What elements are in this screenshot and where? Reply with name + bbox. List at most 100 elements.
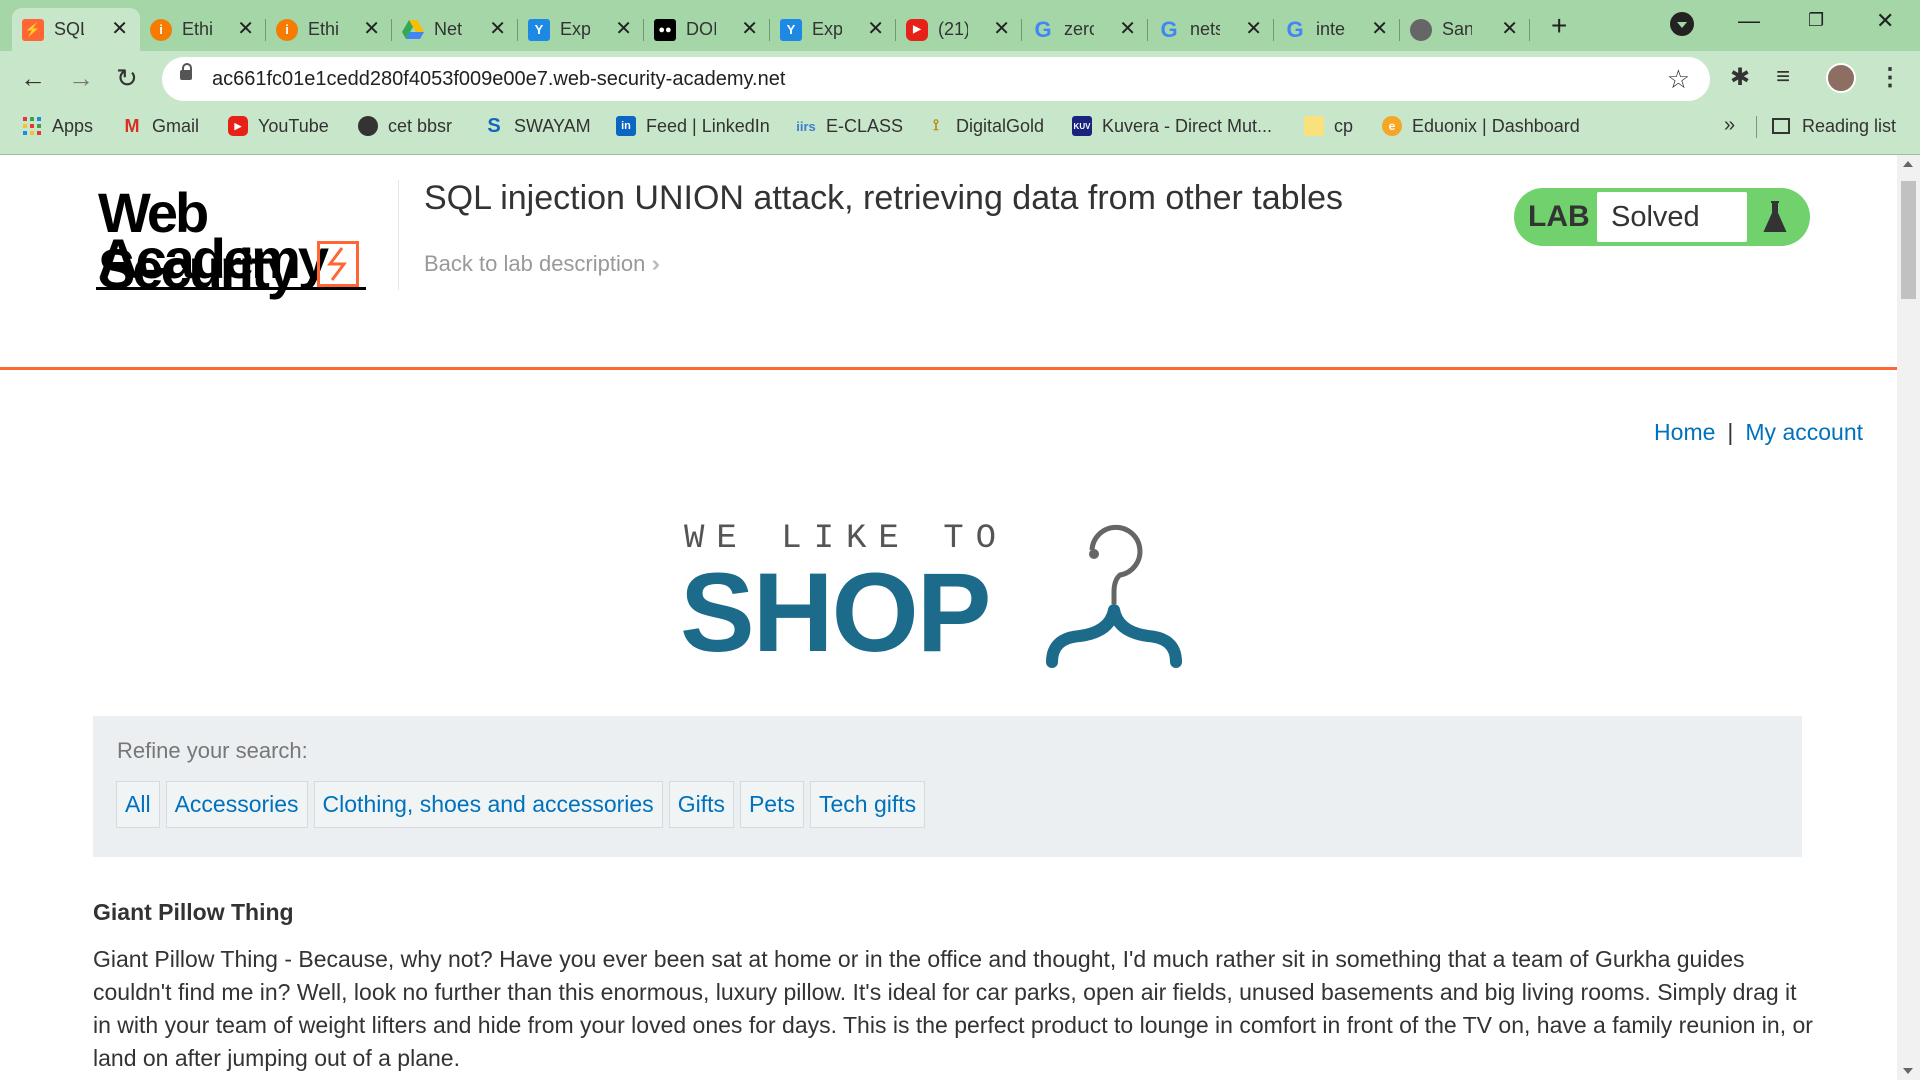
web-security-academy-logo[interactable]: Web Security Academy bbox=[96, 185, 396, 300]
browser-toolbar: ← → ↻ ac661fc01e1cedd280f4053f009e00e7.w… bbox=[0, 51, 1920, 106]
close-icon[interactable]: ✕ bbox=[1501, 18, 1518, 40]
info-icon: i bbox=[276, 18, 298, 41]
swayam-icon: S bbox=[487, 114, 501, 137]
back-to-lab-link[interactable]: Back to lab description ›› bbox=[424, 251, 659, 277]
tab-doi[interactable]: ●● DOI ✕ bbox=[644, 8, 770, 51]
close-icon[interactable]: ✕ bbox=[867, 18, 884, 40]
filter-tech-gifts[interactable]: Tech gifts bbox=[810, 781, 926, 828]
shop-logo: WE LIKE TO SHOP bbox=[680, 520, 1220, 675]
close-icon[interactable]: ✕ bbox=[1119, 18, 1136, 40]
extensions-icon[interactable]: ✱ bbox=[1730, 63, 1750, 92]
bookmark-linkedin[interactable]: in Feed | LinkedIn bbox=[616, 106, 770, 146]
scroll-up-icon[interactable] bbox=[1903, 161, 1913, 167]
tab-zerc[interactable]: G zerc ✕ bbox=[1022, 8, 1148, 51]
more-bookmarks-button[interactable]: » bbox=[1724, 114, 1735, 137]
flask-icon bbox=[1762, 200, 1788, 239]
filter-clothing[interactable]: Clothing, shoes and accessories bbox=[313, 781, 663, 828]
close-icon[interactable]: ✕ bbox=[1245, 18, 1262, 40]
page-scrollbar[interactable] bbox=[1897, 155, 1920, 1080]
reading-list-icon bbox=[1772, 118, 1790, 134]
y-icon: Y bbox=[528, 18, 550, 41]
tab-youtube[interactable]: ▶ (21) ✕ bbox=[896, 8, 1022, 51]
close-icon[interactable]: ✕ bbox=[1371, 18, 1388, 40]
tab-net[interactable]: Net ✕ bbox=[392, 8, 518, 51]
bookmark-gmail[interactable]: M Gmail bbox=[122, 106, 200, 146]
filter-pets[interactable]: Pets bbox=[739, 781, 804, 828]
filter-accessories[interactable]: Accessories bbox=[165, 781, 308, 828]
reading-list-button[interactable]: Reading list bbox=[1772, 106, 1896, 146]
tab-ethi-2[interactable]: i Ethi ✕ bbox=[266, 8, 392, 51]
reload-icon[interactable]: ↻ bbox=[116, 63, 138, 94]
eduonix-icon: e bbox=[1382, 116, 1402, 136]
category-filters: All Accessories Clothing, shoes and acce… bbox=[116, 781, 931, 828]
google-drive-icon bbox=[402, 19, 424, 41]
bookmark-digitalgold[interactable]: ⟟ DigitalGold bbox=[926, 106, 1044, 146]
close-icon[interactable]: ✕ bbox=[363, 18, 380, 40]
bookmark-kuvera[interactable]: KUV Kuvera - Direct Mut... bbox=[1072, 106, 1272, 146]
bookmark-youtube[interactable]: ▶ YouTube bbox=[228, 106, 329, 146]
back-icon[interactable]: ← bbox=[20, 63, 46, 94]
tab-san[interactable]: San ✕ bbox=[1400, 8, 1530, 51]
youtube-icon: ▶ bbox=[228, 116, 248, 136]
tab-strip: ⚡ SQL ✕ i Ethi ✕ i Ethi ✕ Net ✕ Y Exp ✕ … bbox=[0, 0, 1920, 51]
tab-sql[interactable]: ⚡ SQL ✕ bbox=[12, 8, 140, 51]
apps-grid-icon bbox=[22, 116, 42, 136]
hanger-icon bbox=[1046, 524, 1182, 668]
tab-exp-2[interactable]: Y Exp ✕ bbox=[770, 8, 896, 51]
lightning-icon bbox=[317, 241, 359, 287]
minimize-button[interactable]: — bbox=[1738, 8, 1760, 34]
bookmark-swayam[interactable]: S SWAYAM bbox=[484, 106, 590, 146]
google-icon: G bbox=[1034, 16, 1052, 42]
url-text[interactable]: ac661fc01e1cedd280f4053f009e00e7.web-sec… bbox=[212, 68, 785, 91]
menu-icon[interactable]: ⋮ bbox=[1878, 63, 1902, 92]
tab-nets[interactable]: G nets ✕ bbox=[1148, 8, 1274, 51]
youtube-icon: ▶ bbox=[906, 18, 928, 41]
header-divider bbox=[398, 180, 399, 290]
address-bar[interactable]: ac661fc01e1cedd280f4053f009e00e7.web-sec… bbox=[162, 57, 1710, 101]
tab-inte[interactable]: G inte ✕ bbox=[1274, 8, 1400, 51]
tab-ethi-1[interactable]: i Ethi ✕ bbox=[140, 8, 266, 51]
product-name: Giant Pillow Thing bbox=[93, 899, 294, 925]
medium-icon: ●● bbox=[654, 18, 676, 41]
close-window-button[interactable]: ✕ bbox=[1876, 8, 1894, 34]
google-icon: G bbox=[1160, 16, 1178, 42]
avatar[interactable] bbox=[1826, 63, 1856, 93]
chevron-right-icon: ›› bbox=[651, 251, 659, 276]
scrollbar-thumb[interactable] bbox=[1901, 181, 1916, 299]
close-icon[interactable]: ✕ bbox=[489, 18, 506, 40]
my-account-link[interactable]: My account bbox=[1745, 419, 1863, 445]
bookmark-eclass[interactable]: iirs E-CLASS bbox=[796, 106, 903, 146]
header-rule bbox=[0, 367, 1897, 370]
close-icon[interactable]: ✕ bbox=[615, 18, 632, 40]
portswigger-icon: ⚡ bbox=[22, 18, 44, 41]
restore-button[interactable]: ❐ bbox=[1808, 10, 1824, 31]
close-icon[interactable]: ✕ bbox=[111, 18, 128, 40]
tab-exp-1[interactable]: Y Exp ✕ bbox=[518, 8, 644, 51]
kuvera-icon: KUV bbox=[1072, 116, 1092, 136]
close-icon[interactable]: ✕ bbox=[993, 18, 1010, 40]
bookmark-cp[interactable]: cp bbox=[1304, 106, 1353, 146]
tab-search-icon[interactable] bbox=[1670, 12, 1694, 36]
close-icon[interactable]: ✕ bbox=[741, 18, 758, 40]
lock-icon[interactable] bbox=[180, 63, 192, 80]
bookmarks-divider bbox=[1756, 116, 1757, 138]
lab-title: SQL injection UNION attack, retrieving d… bbox=[424, 179, 1344, 217]
iirs-icon: iirs bbox=[796, 118, 816, 134]
page-viewport: Web Security Academy SQL injection UNION… bbox=[0, 155, 1897, 1080]
folder-icon bbox=[1304, 116, 1324, 136]
filter-all[interactable]: All bbox=[116, 781, 160, 828]
close-icon[interactable]: ✕ bbox=[237, 18, 254, 40]
bookmark-eduonix[interactable]: e Eduonix | Dashboard bbox=[1382, 106, 1580, 146]
forward-icon[interactable]: → bbox=[68, 63, 94, 94]
new-tab-button[interactable]: + bbox=[1551, 10, 1567, 42]
y-icon: Y bbox=[780, 18, 802, 41]
filter-gifts[interactable]: Gifts bbox=[668, 781, 734, 828]
scroll-down-icon[interactable] bbox=[1903, 1068, 1913, 1074]
bookmark-star-icon[interactable]: ☆ bbox=[1667, 64, 1690, 95]
media-control-icon[interactable]: ≡ bbox=[1776, 63, 1790, 91]
bookmark-cet-bbsr[interactable]: cet bbsr bbox=[358, 106, 452, 146]
bookmark-apps[interactable]: Apps bbox=[22, 106, 93, 146]
logo-underline bbox=[96, 287, 366, 290]
google-icon: G bbox=[1286, 16, 1304, 42]
home-link[interactable]: Home bbox=[1654, 419, 1715, 445]
